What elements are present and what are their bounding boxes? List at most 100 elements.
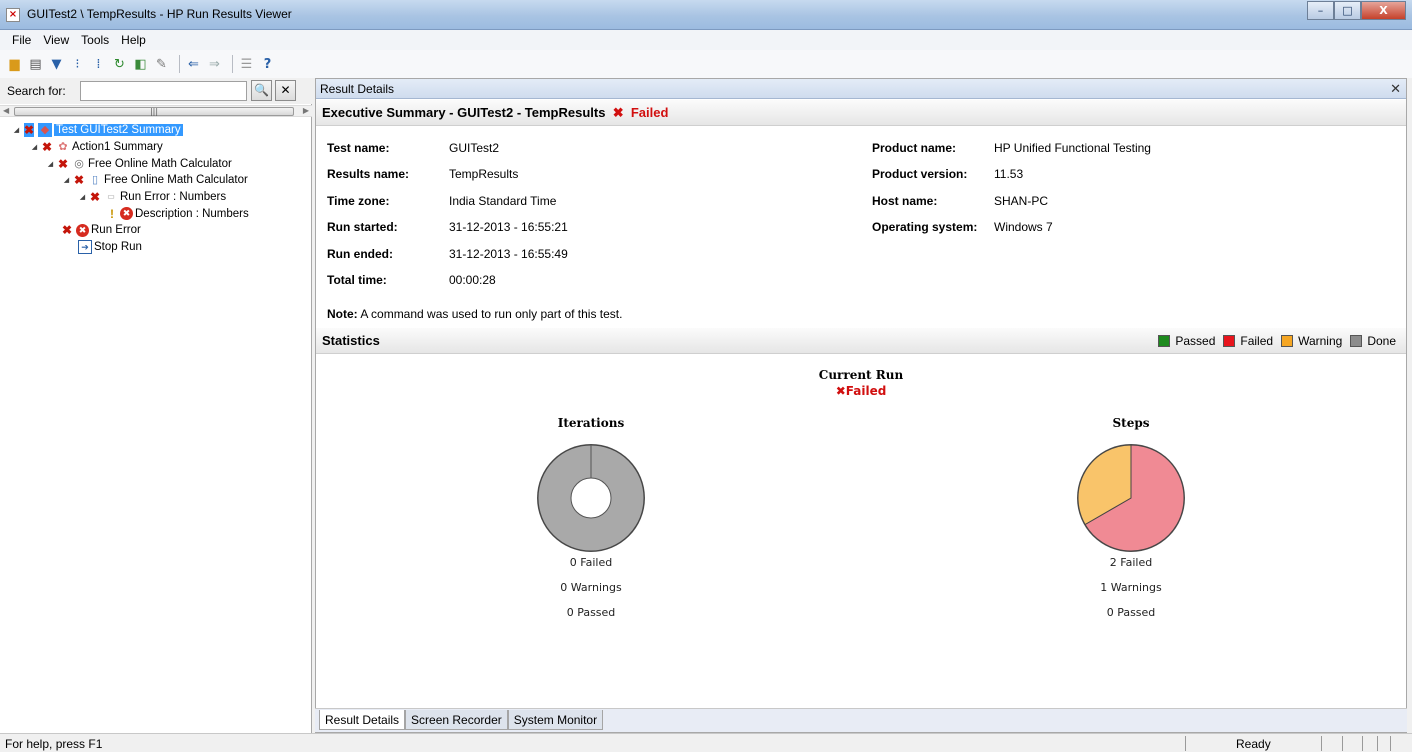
failed-icon: ✖ [42, 140, 53, 155]
test-icon: ◆ [38, 123, 52, 138]
tree-node[interactable]: ◢ ✖ ◎ Free Online Math Calculator [0, 155, 312, 172]
legend-label: Passed [1175, 334, 1216, 348]
iterations-warnings-count: 0 Warnings [560, 581, 622, 594]
legend-label: Done [1367, 334, 1396, 348]
failed-icon: ✖ [90, 190, 101, 205]
expander-icon[interactable]: ◢ [62, 176, 71, 184]
menu-view[interactable]: View [37, 33, 75, 47]
failed-icon: ✖ [62, 223, 73, 238]
host-name-value: SHAN-PC [994, 194, 1049, 208]
maximize-button[interactable]: □ [1334, 1, 1361, 20]
list-icon[interactable]: ☰ [238, 56, 255, 73]
tree-node-label: Stop Run [94, 241, 142, 254]
scrollbar-thumb[interactable]: ||| [14, 107, 294, 116]
window-title: GUITest2 \ TempResults - HP Run Results … [27, 7, 292, 21]
menu-bar: File View Tools Help [0, 30, 1412, 50]
expander-icon[interactable]: ◢ [30, 143, 39, 151]
time-zone-value: India Standard Time [449, 194, 557, 208]
status-separator [1321, 736, 1322, 751]
current-run-status-text: Failed [845, 384, 887, 398]
run-started-label: Run started: [327, 220, 398, 234]
steps-chart-title: Steps [1112, 416, 1150, 430]
failed-icon: ✖ [24, 123, 35, 138]
legend-done: Done [1350, 334, 1396, 348]
run-ended-value: 31-12-2013 - 16:55:49 [449, 247, 568, 261]
app-icon: × [6, 8, 20, 22]
forward-icon[interactable]: ⇒ [206, 56, 223, 73]
test-name-label: Test name: [327, 141, 390, 155]
search-bar: Search for: 🔍 ✕ [0, 78, 312, 104]
legend-label: Warning [1298, 334, 1343, 348]
expand-all-icon[interactable]: ⁝ [69, 56, 86, 73]
iterations-chart [537, 444, 645, 552]
iterations-chart-title: Iterations [557, 416, 625, 430]
operating-system-label: Operating system: [872, 220, 978, 234]
product-version-label: Product version: [872, 167, 968, 181]
menu-help[interactable]: Help [115, 33, 152, 47]
run-ended-label: Run ended: [327, 247, 393, 261]
scroll-left-icon[interactable]: ◀ [3, 106, 9, 115]
action-icon: ✿ [58, 141, 68, 154]
tree-node[interactable]: ◢ ✖ ▭ Run Error : Numbers [0, 189, 312, 206]
expander-icon[interactable]: ◢ [78, 193, 87, 201]
tree-node[interactable]: ◢ ✖ ◆ Test GUITest2 Summary [0, 122, 312, 139]
status-separator [1362, 736, 1363, 751]
search-input[interactable] [80, 81, 247, 101]
expander-icon[interactable]: ◢ [12, 126, 21, 134]
statistics-header: Statistics Passed Failed Warning Done [316, 328, 1406, 354]
help-icon[interactable]: ? [259, 56, 276, 73]
iterations-failed-count: 0 Failed [569, 556, 613, 569]
refresh-icon[interactable]: ↻ [111, 56, 128, 73]
menu-tools[interactable]: Tools [75, 33, 115, 47]
tree-node-label: Test GUITest2 Summary [54, 124, 183, 137]
close-window-button[interactable]: X [1361, 1, 1406, 20]
print-icon[interactable]: ▤ [27, 56, 44, 73]
collapse-all-icon[interactable]: ⁞ [90, 56, 107, 73]
steps-warnings-count: 1 Warnings [1100, 581, 1162, 594]
tree-node[interactable]: ◢ ✖ ✿ Action1 Summary [0, 139, 312, 156]
test-name-value: GUITest2 [449, 141, 500, 155]
scroll-right-icon[interactable]: ▶ [303, 106, 309, 115]
tree-node-label: Action1 Summary [72, 141, 163, 154]
error-icon: ✖ [76, 223, 89, 237]
search-button[interactable]: 🔍 [251, 80, 272, 101]
tree-node[interactable]: ◢ ✖ ▯ Free Online Math Calculator [0, 172, 312, 189]
minimize-button[interactable]: – [1307, 1, 1334, 20]
status-separator [1185, 736, 1186, 751]
passed-swatch [1158, 335, 1171, 347]
results-name-value: TempResults [449, 167, 519, 181]
webedit-icon: ▭ [107, 192, 115, 202]
status-help-text: For help, press F1 [5, 737, 103, 751]
clear-search-button[interactable]: ✕ [275, 80, 296, 101]
tab-screen-recorder[interactable]: Screen Recorder [405, 710, 508, 730]
menu-file[interactable]: File [6, 33, 37, 47]
tree-node-label: Run Error [91, 224, 141, 237]
error-icon: ✖ [120, 207, 133, 221]
open-icon[interactable]: ▆ [6, 56, 23, 73]
steps-chart [1077, 444, 1185, 552]
filter-icon[interactable]: ▼ [48, 56, 65, 73]
window-controls: – □ X [1307, 1, 1406, 20]
tree-node-label: Run Error : Numbers [120, 191, 227, 204]
time-zone-label: Time zone: [327, 194, 390, 208]
close-panel-icon[interactable]: ✕ [1390, 81, 1401, 97]
total-time-value: 00:00:28 [449, 273, 496, 287]
product-version-value: 11.53 [994, 167, 1024, 181]
results-name-label: Results name: [327, 167, 410, 181]
edit-icon[interactable]: ✎ [153, 56, 170, 73]
panel-header: Result Details ✕ [316, 79, 1406, 99]
tree-node[interactable]: ✖ ✖ Run Error [0, 222, 312, 239]
status-bar: For help, press F1 Ready [0, 733, 1412, 752]
operating-system-value: Windows 7 [994, 220, 1053, 234]
expander-icon[interactable]: ◢ [46, 160, 55, 168]
back-icon[interactable]: ⇐ [185, 56, 202, 73]
export-icon[interactable]: ◧ [132, 56, 149, 73]
toolbar-separator [179, 55, 180, 73]
failed-icon: ✖ [835, 384, 846, 398]
horizontal-scrollbar[interactable]: ◀ ||| ▶ [0, 105, 312, 117]
failed-icon: ✖ [609, 105, 628, 120]
tab-system-monitor[interactable]: System Monitor [507, 710, 604, 730]
tree-node[interactable]: ! ✖ Description : Numbers [0, 205, 312, 222]
tree-node[interactable]: ➔ Stop Run [0, 239, 312, 256]
tab-result-details[interactable]: Result Details [319, 710, 406, 730]
